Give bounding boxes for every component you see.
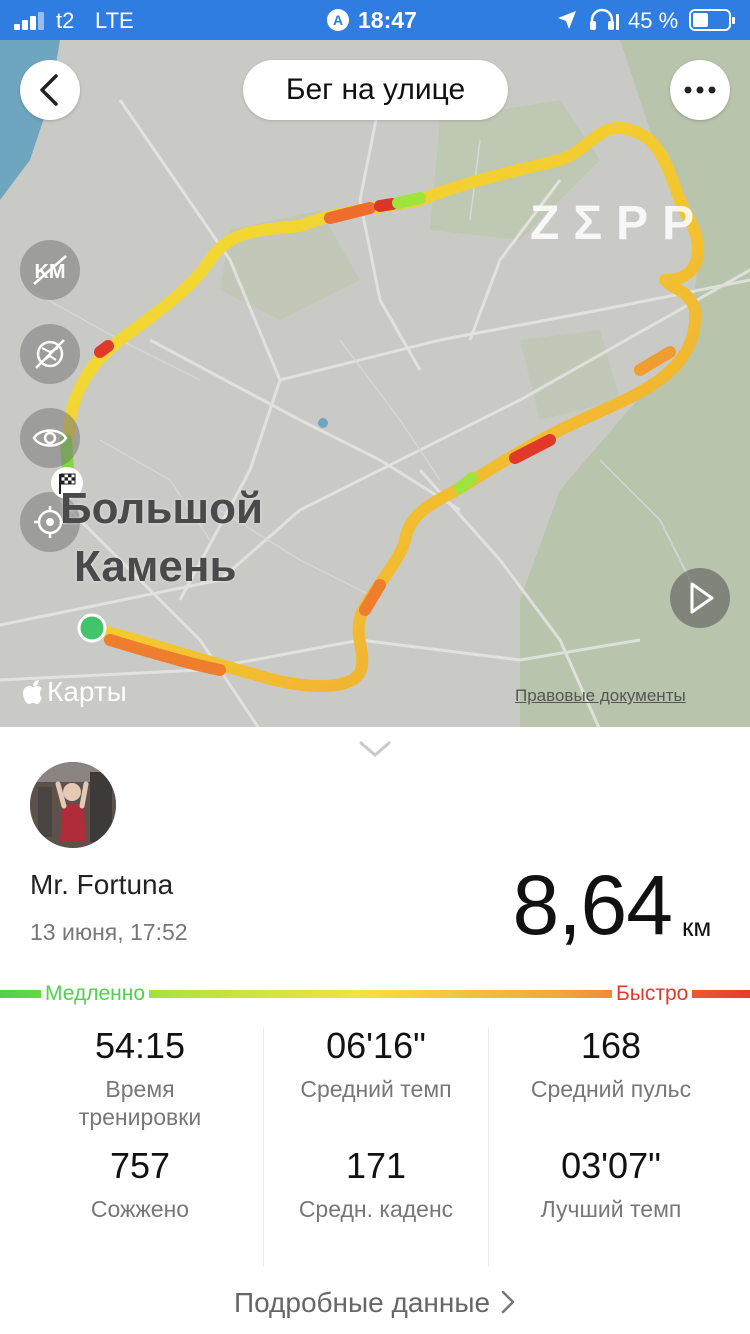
stat-duration: 54:15 Время тренировки bbox=[78, 1025, 202, 1130]
stat-calories: 757 Сожжено bbox=[90, 1145, 190, 1222]
map-place-label: Большой Камень bbox=[60, 484, 264, 591]
signal-icon bbox=[14, 12, 46, 30]
avatar-photo bbox=[30, 762, 116, 848]
more-button[interactable] bbox=[670, 60, 730, 120]
navigation-icon: A bbox=[327, 9, 349, 31]
stat-best-pace: 03'07" Лучший темп bbox=[540, 1145, 682, 1222]
map-layer-icon bbox=[35, 339, 65, 369]
detailed-data-link[interactable]: Подробные данные bbox=[0, 1287, 750, 1319]
zepp-watermark: ZΣPP bbox=[530, 197, 709, 250]
map-background bbox=[0, 40, 750, 730]
workout-date: 13 июня, 17:52 bbox=[30, 919, 188, 945]
stat-avg-cadence: 171 Средн. каденс bbox=[298, 1145, 454, 1222]
headphones-icon bbox=[590, 8, 619, 30]
apple-logo-icon bbox=[23, 680, 42, 704]
pace-slow-label: Медленно bbox=[41, 982, 150, 1006]
chevron-right-icon bbox=[501, 1290, 515, 1314]
collapse-chevron-icon[interactable] bbox=[357, 737, 393, 761]
route-map[interactable]: Бег на улице ZΣPP KM Большой Камень Карт… bbox=[0, 40, 750, 730]
location-arrow-icon bbox=[558, 11, 576, 29]
km-markers-button[interactable]: KM bbox=[20, 240, 80, 300]
status-time: 18:47 bbox=[358, 7, 417, 33]
network-label: LTE bbox=[95, 8, 134, 33]
replay-button[interactable] bbox=[670, 568, 730, 628]
workout-type-title: Бег на улице bbox=[243, 60, 508, 120]
user-name: Mr. Fortuna bbox=[30, 869, 174, 900]
back-button[interactable] bbox=[20, 60, 80, 120]
status-bar: t2 LTE A 18:47 45 % bbox=[0, 0, 750, 40]
battery-icon bbox=[689, 9, 735, 31]
stat-avg-pace: 06'16" Средний темп bbox=[300, 1025, 452, 1102]
maps-attribution: Карты bbox=[22, 676, 127, 708]
chevron-left-icon bbox=[40, 74, 58, 106]
carrier-label: t2 bbox=[56, 8, 75, 33]
legal-documents-link[interactable]: Правовые документы bbox=[515, 686, 686, 706]
workout-summary-sheet: Mr. Fortuna 13 июня, 17:52 8,64 км Медле… bbox=[0, 727, 750, 1334]
pace-fast-label: Быстро bbox=[612, 982, 693, 1006]
map-layer-button[interactable] bbox=[20, 324, 80, 384]
battery-percent: 45 % bbox=[628, 8, 679, 33]
more-dots-icon bbox=[684, 86, 716, 94]
distance-unit: км bbox=[682, 912, 712, 942]
km-markers-icon: KM bbox=[33, 255, 67, 285]
distance-value: 8,64 bbox=[512, 858, 673, 952]
avatar[interactable] bbox=[30, 762, 116, 848]
visibility-button[interactable] bbox=[20, 408, 80, 468]
play-icon bbox=[690, 582, 714, 614]
stat-avg-heart-rate: 168 Средний пульс bbox=[530, 1025, 692, 1102]
eye-icon bbox=[32, 429, 68, 447]
